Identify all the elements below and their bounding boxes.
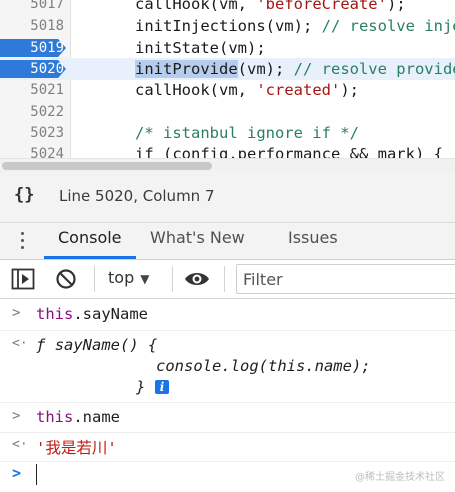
filter-input[interactable] (236, 264, 455, 294)
expression-rest: .sayName (73, 305, 148, 323)
console-result-entry: <· ƒ sayName() { console.log(this.name);… (0, 330, 455, 403)
editor-status-bar: {} Line 5020, Column 7 (0, 172, 455, 223)
console-toolbar: top ▼ (0, 260, 455, 299)
code-line[interactable]: 5023 /* istanbul ignore if */ (0, 122, 455, 144)
code-token: callHook(vm, (135, 81, 257, 99)
function-body-line: console.log(this.name); (156, 357, 371, 375)
code-token: callHook(vm, (135, 0, 257, 13)
clear-console-icon[interactable] (55, 268, 77, 294)
code-text: if (config.performance && mark) { (135, 143, 443, 158)
line-number[interactable]: 5020 (0, 58, 64, 80)
code-line[interactable]: 5022 (0, 101, 455, 123)
console-result-entry: <· '我是若川' (0, 432, 455, 462)
code-token: initState(vm); (135, 39, 266, 57)
toolbar-divider (224, 266, 225, 292)
input-chevron-icon: > (12, 408, 21, 424)
function-f-symbol: ƒ (36, 336, 46, 354)
scrollbar-thumb[interactable] (2, 162, 212, 170)
code-editor[interactable]: 5017 callHook(vm, 'beforeCreate'); 5018 … (0, 0, 455, 158)
line-number[interactable]: 5018 (0, 15, 64, 37)
line-number[interactable]: 5021 (0, 79, 64, 101)
horizontal-scrollbar[interactable] (0, 158, 455, 173)
code-token: ); (340, 81, 359, 99)
code-token: (vm); (237, 60, 294, 78)
dropdown-caret-icon: ▼ (140, 272, 150, 286)
string-result[interactable]: '我是若川' (36, 436, 117, 458)
code-text: initState(vm); (135, 37, 266, 59)
show-sidebar-icon[interactable] (11, 268, 35, 294)
tab-whats-new[interactable]: What's New (150, 223, 245, 259)
tab-label: Console (58, 228, 122, 247)
line-number[interactable]: 5024 (0, 143, 64, 158)
live-expression-eye-icon[interactable] (184, 270, 210, 292)
tab-label: Issues (288, 228, 338, 247)
keyword: this (36, 408, 74, 426)
function-close-brace: } (136, 378, 146, 396)
line-number[interactable]: 5017 (0, 0, 64, 15)
code-string: 'created' (256, 81, 341, 99)
code-line[interactable]: 5021 callHook(vm, 'created'); (0, 79, 455, 101)
code-text: /* istanbul ignore if */ (135, 122, 359, 144)
console-input-entry: > this.sayName (0, 299, 455, 331)
code-line[interactable]: 5024 if (config.performance && mark) { (0, 143, 455, 158)
code-token: if (config.performance && mark) { (135, 145, 443, 158)
result-arrow-icon: <· (12, 336, 28, 351)
toolbar-divider (94, 266, 95, 292)
input-chevron-icon: > (12, 305, 21, 321)
tab-label: What's New (150, 228, 245, 247)
code-comment: // resolve injections before data/props (321, 17, 455, 35)
context-label: top (108, 268, 135, 287)
prompt-chevron-icon: > (12, 464, 22, 482)
context-selector[interactable]: top ▼ (108, 268, 149, 287)
code-token: ); (386, 0, 406, 13)
line-number[interactable]: 5022 (0, 101, 64, 123)
more-vert-icon[interactable] (21, 232, 25, 250)
code-text: callHook(vm, 'beforeCreate'); (135, 0, 406, 15)
code-line[interactable]: 5017 callHook(vm, 'beforeCreate'); (0, 0, 455, 15)
drawer-tab-bar: Console What's New Issues (0, 223, 455, 260)
code-token: initInjections(vm); (135, 17, 322, 35)
tab-issues[interactable]: Issues (288, 223, 338, 259)
selected-token: initProvide (135, 60, 238, 78)
keyword: this (36, 305, 74, 323)
code-text: initProvide(vm); // resolve provide afte… (135, 58, 455, 80)
code-comment: /* istanbul ignore if */ (135, 124, 359, 142)
info-icon[interactable]: i (155, 380, 169, 394)
expression-rest: .name (73, 408, 120, 426)
function-name: sayName() { (54, 336, 158, 354)
code-string: 'beforeCreate' (256, 0, 387, 13)
line-number[interactable]: 5019 (0, 37, 64, 59)
watermark: @稀土掘金技术社区 (355, 472, 445, 483)
console-output: > this.sayName <· ƒ sayName() { console.… (0, 299, 455, 492)
code-line[interactable]: 5019 initState(vm); (0, 37, 455, 59)
console-input-entry: > this.name (0, 402, 455, 433)
pretty-print-button[interactable]: {} (14, 185, 34, 205)
code-line[interactable]: 5018 initInjections(vm); // resolve inje… (0, 15, 455, 37)
code-text: initInjections(vm); // resolve injection… (135, 15, 455, 37)
current-execution-line[interactable]: 5020 initProvide(vm); // resolve provide… (0, 58, 455, 80)
console-command[interactable]: this.sayName (36, 305, 148, 323)
code-comment: // resolve provide after data/props (293, 60, 455, 78)
cursor-position: Line 5020, Column 7 (59, 187, 215, 205)
console-command[interactable]: this.name (36, 408, 120, 426)
toolbar-divider (172, 266, 173, 292)
console-prompt-input[interactable] (36, 464, 37, 485)
tab-console[interactable]: Console (44, 223, 136, 259)
result-arrow-icon: <· (12, 437, 28, 452)
line-number[interactable]: 5023 (0, 122, 64, 144)
function-signature[interactable]: ƒ sayName() { (36, 336, 157, 354)
code-text: callHook(vm, 'created'); (135, 79, 359, 101)
